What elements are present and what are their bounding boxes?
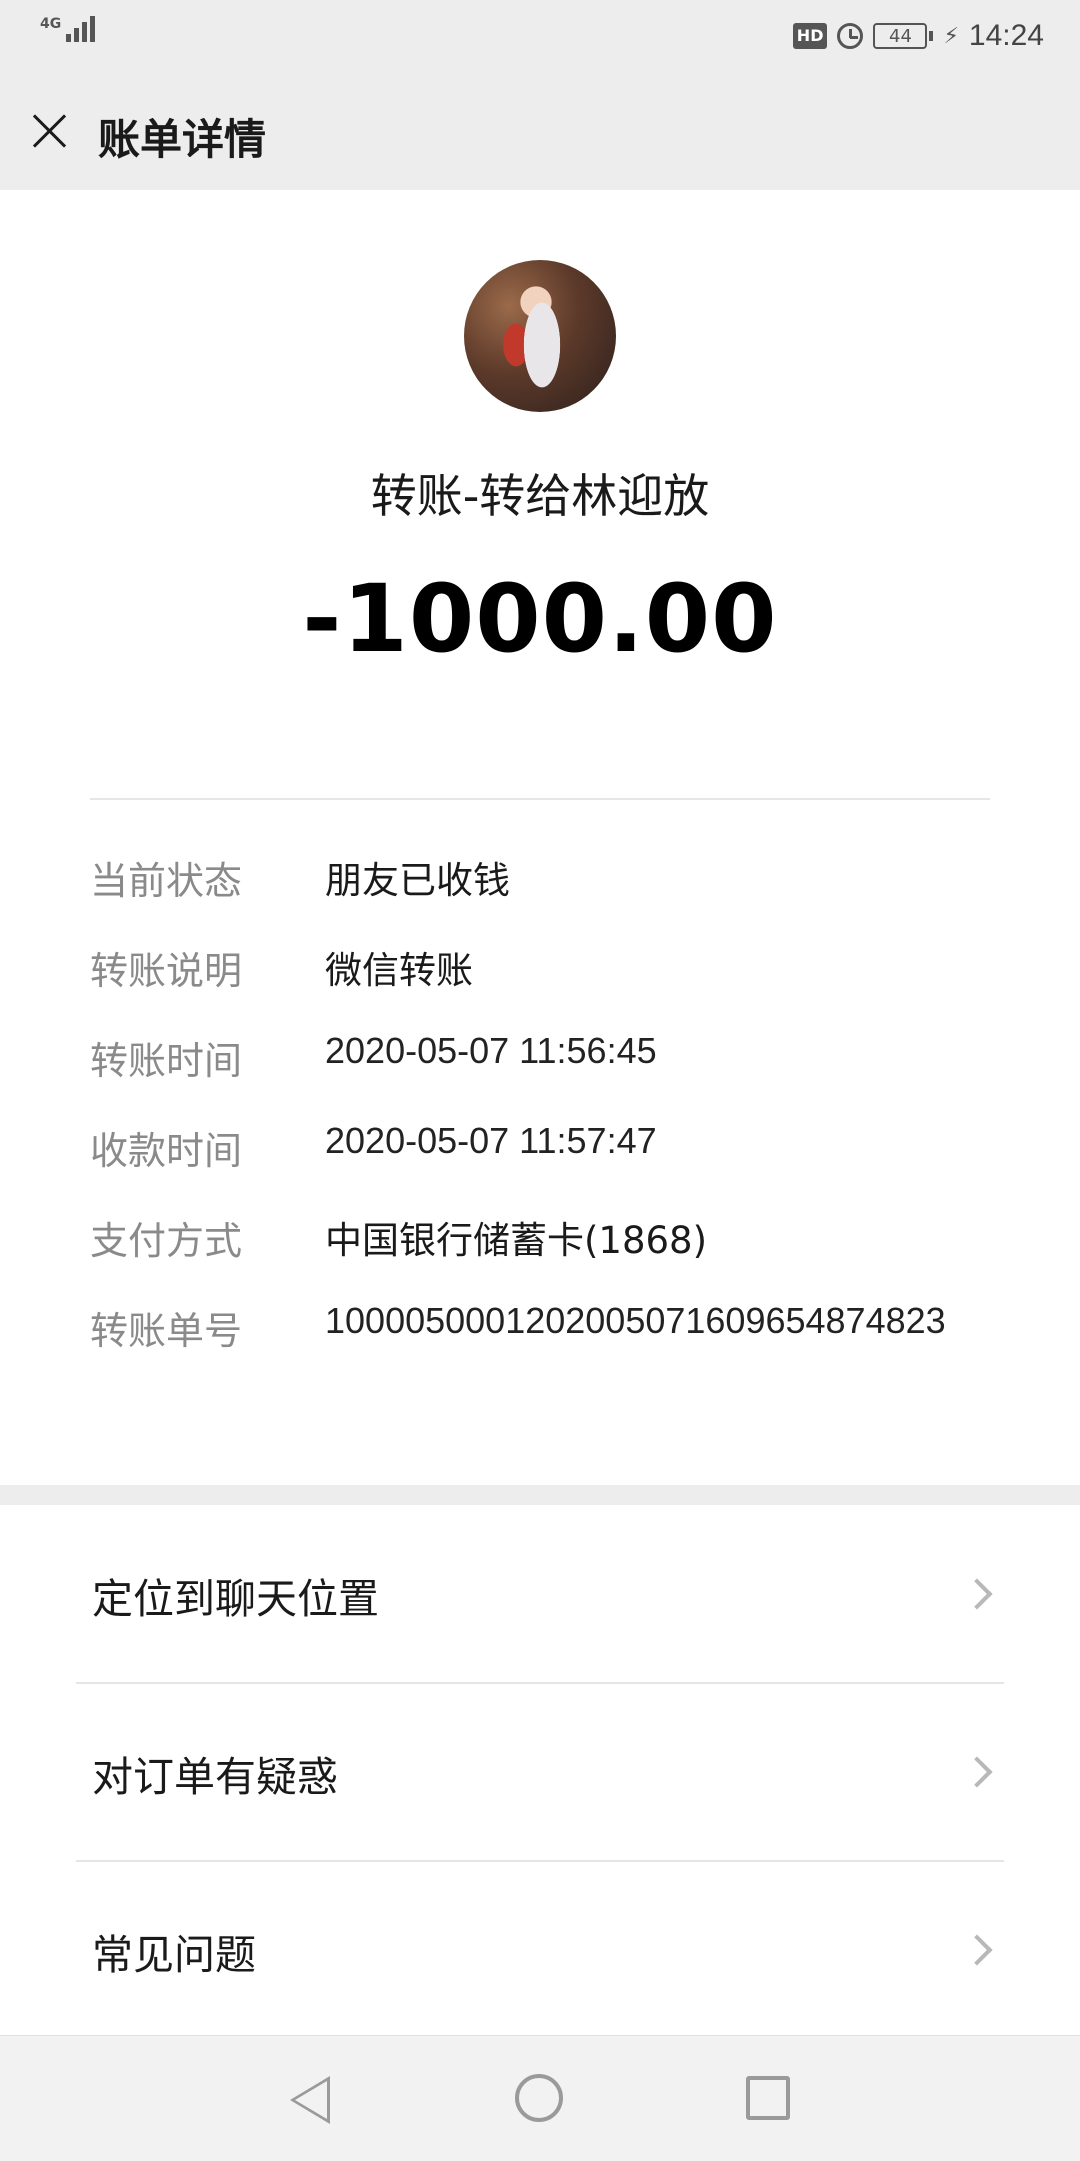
detail-label: 当前状态: [90, 859, 243, 903]
network-type: 4G: [40, 16, 62, 32]
detail-value: 2020-05-07 11:56:45: [325, 1030, 657, 1071]
details-list: 当前状态 朋友已收钱 转账说明 微信转账 转账时间 2020-05-07 11:…: [90, 850, 1050, 1390]
chevron-right-icon: [961, 1756, 993, 1788]
page-title: 账单详情: [98, 115, 267, 164]
link-label: 常见问题: [92, 1931, 256, 1979]
detail-row-payment-method: 支付方式 中国银行储蓄卡(1868): [90, 1210, 1050, 1300]
divider: [90, 798, 990, 800]
detail-row-receive-time: 收款时间 2020-05-07 11:57:47: [90, 1120, 1050, 1210]
hd-badge: HD: [792, 23, 828, 49]
status-bar: 4G HD 44 ⚡ 14:24: [0, 0, 1080, 70]
transfer-title: 转账-转给林迎放: [370, 469, 710, 523]
detail-value: 中国银行储蓄卡(1868): [325, 1219, 708, 1262]
alarm-icon: [837, 23, 864, 49]
status-right: HD 44 ⚡ 14:24: [792, 14, 1044, 58]
link-label: 对订单有疑惑: [92, 1753, 338, 1801]
system-nav-bar: [0, 2035, 1080, 2161]
chevron-right-icon: [961, 1934, 993, 1966]
detail-value[interactable]: 1000050001202005071609654874823: [325, 1300, 946, 1342]
detail-value: 微信转账: [325, 949, 473, 992]
signal-icon: 4G: [40, 16, 95, 42]
amount: -1000.00: [302, 565, 778, 674]
charging-icon: ⚡: [943, 23, 959, 49]
order-question-button[interactable]: 对订单有疑惑: [0, 1683, 1080, 1859]
transaction-card: 转账-转给林迎放 -1000.00 当前状态 朋友已收钱 转账说明 微信转账 转…: [0, 190, 1080, 1485]
detail-label: 转账时间: [90, 1039, 243, 1083]
faq-button[interactable]: 常见问题: [0, 1861, 1080, 2037]
avatar[interactable]: [464, 260, 616, 412]
actions-card: 定位到聊天位置 对订单有疑惑 常见问题: [0, 1505, 1080, 2035]
header: 账单详情: [0, 70, 1080, 190]
detail-row-transfer-time: 转账时间 2020-05-07 11:56:45: [90, 1030, 1050, 1120]
battery-icon: 44: [873, 23, 934, 49]
clock: 14:24: [968, 19, 1044, 52]
detail-label: 收款时间: [90, 1129, 243, 1173]
detail-label: 支付方式: [90, 1219, 243, 1263]
home-icon[interactable]: [515, 2074, 563, 2122]
detail-value: 2020-05-07 11:57:47: [325, 1120, 657, 1161]
back-icon[interactable]: [290, 2076, 330, 2124]
detail-row-status: 当前状态 朋友已收钱: [90, 850, 1050, 940]
detail-label: 转账单号: [90, 1309, 243, 1353]
close-icon[interactable]: [28, 110, 70, 152]
locate-chat-button[interactable]: 定位到聊天位置: [0, 1505, 1080, 1681]
battery-level: 44: [873, 23, 928, 49]
link-label: 定位到聊天位置: [92, 1575, 379, 1623]
detail-label: 转账说明: [90, 949, 243, 993]
recent-apps-icon[interactable]: [746, 2076, 790, 2120]
detail-value: 朋友已收钱: [325, 859, 510, 902]
detail-row-transfer-id: 转账单号 1000050001202005071609654874823: [90, 1300, 1050, 1390]
detail-row-note: 转账说明 微信转账: [90, 940, 1050, 1030]
chevron-right-icon: [961, 1578, 993, 1610]
